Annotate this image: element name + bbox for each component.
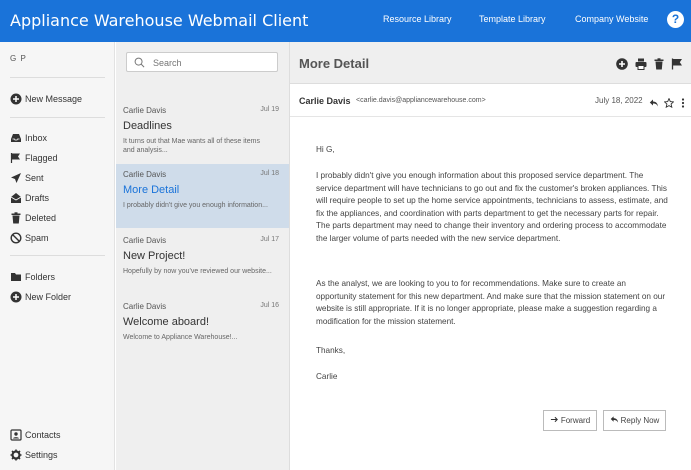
sidebar-item-drafts[interactable]: Drafts: [10, 191, 49, 205]
divider: [10, 255, 105, 256]
reply-now-label: Reply Now: [620, 416, 660, 425]
sidebar-item-label: Sent: [25, 173, 44, 183]
sidebar-item-label: Spam: [25, 233, 49, 243]
sidebar-item-settings[interactable]: Settings: [10, 448, 58, 462]
mail-date: July 18, 2022: [595, 96, 643, 105]
sidebar-item-label: Folders: [25, 272, 56, 282]
flag-icon: [10, 152, 22, 164]
new-message-button[interactable]: New Message: [10, 92, 82, 106]
sidebar-item-inbox[interactable]: Inbox: [10, 131, 47, 145]
email-signature: Carlie: [316, 372, 338, 381]
trash-icon[interactable]: [653, 57, 665, 70]
message-preview: Welcome to Appliance Warehouse!...: [123, 334, 238, 341]
message-subject: New Project!: [123, 250, 186, 262]
divider: [10, 117, 105, 118]
sidebar-item-label: Deleted: [25, 213, 57, 223]
divider: [10, 77, 105, 78]
message-from: Carlie Davis: [123, 170, 167, 179]
email-paragraph: As the analyst, we are looking to you to…: [316, 279, 666, 326]
message-preview: It turns out that Mae wants all of these…: [123, 138, 260, 154]
list-item[interactable]: Carlie Davis Jul 18 More Detail I probab…: [116, 164, 289, 228]
sender-email: <carlie.davis@appliancewarehouse.com>: [356, 97, 486, 104]
sidebar: G P New Message Inbox Flagged Sent Draft…: [0, 42, 115, 470]
sidebar-item-label: Settings: [25, 450, 58, 460]
sidebar-item-flagged[interactable]: Flagged: [10, 151, 58, 165]
print-icon[interactable]: [635, 57, 647, 70]
sidebar-item-label: Inbox: [25, 133, 48, 143]
gear-icon: [10, 449, 22, 461]
app-title: Appliance Warehouse Webmail Client: [10, 11, 309, 30]
user-initials: G P: [10, 54, 27, 63]
flag-icon[interactable]: [671, 57, 683, 70]
message-subject: Deadlines: [123, 120, 172, 132]
resource-library-link[interactable]: Resource Library: [383, 14, 452, 24]
drafts-icon: [10, 192, 22, 204]
message-from: Carlie Davis: [123, 236, 167, 245]
message-list: Carlie Davis Jul 19 Deadlines It turns o…: [116, 42, 290, 470]
sidebar-item-sent[interactable]: Sent: [10, 171, 44, 185]
reply-icon[interactable]: [649, 95, 659, 107]
message-preview: I probably didn't give you enough inform…: [123, 202, 268, 209]
sidebar-item-folders[interactable]: Folders: [10, 270, 55, 284]
inbox-icon: [10, 132, 22, 144]
email-greeting: Hi G,: [316, 145, 335, 154]
message-subject: Welcome aboard!: [123, 316, 210, 328]
sidebar-item-label: Flagged: [25, 153, 58, 163]
search-box[interactable]: [126, 52, 278, 72]
sidebar-item-label: Drafts: [25, 193, 50, 203]
forward-button[interactable]: Forward: [543, 410, 597, 431]
message-date: Jul 19: [260, 106, 279, 113]
reply-icon: [610, 415, 621, 426]
top-bar: Appliance Warehouse Webmail Client Resou…: [0, 0, 691, 42]
spam-icon: [10, 232, 22, 244]
star-icon[interactable]: [663, 95, 675, 109]
sidebar-item-contacts[interactable]: Contacts: [10, 428, 61, 442]
add-circle-icon[interactable]: [616, 57, 628, 70]
sender-row: Carlie Davis <carlie.davis@applianceware…: [290, 84, 691, 117]
search-input[interactable]: [153, 56, 273, 69]
sidebar-item-spam[interactable]: Spam: [10, 231, 49, 245]
contacts-icon: [10, 429, 22, 441]
message-subject: More Detail: [123, 184, 180, 196]
message-from: Carlie Davis: [123, 106, 167, 115]
new-message-label: New Message: [25, 94, 83, 104]
plus-circle-icon: [10, 93, 22, 105]
list-item[interactable]: Carlie Davis Jul 19 Deadlines It turns o…: [116, 100, 289, 164]
email-paragraph: I probably didn't give you enough inform…: [316, 171, 668, 243]
detail-header: More Detail: [290, 42, 691, 84]
template-library-link[interactable]: Template Library: [479, 14, 546, 24]
folder-icon: [10, 271, 22, 283]
help-icon[interactable]: ?: [667, 11, 684, 28]
message-detail: More Detail Carlie Davis <carlie.davis@a…: [290, 42, 691, 470]
sidebar-item-label: Contacts: [25, 430, 61, 440]
message-date: Jul 16: [260, 302, 279, 309]
list-item[interactable]: Carlie Davis Jul 16 Welcome aboard! Welc…: [116, 296, 289, 360]
message-date: Jul 17: [260, 236, 279, 243]
email-thanks: Thanks,: [316, 346, 346, 355]
plus-circle-icon: [10, 291, 22, 303]
company-website-link[interactable]: Company Website: [575, 14, 648, 24]
list-item[interactable]: Carlie Davis Jul 17 New Project! Hopeful…: [116, 230, 289, 294]
reply-now-button[interactable]: Reply Now: [603, 410, 666, 431]
forward-label: Forward: [560, 416, 591, 425]
message-date: Jul 18: [260, 170, 279, 177]
message-preview: Hopefully by now you've reviewed our web…: [123, 268, 272, 275]
sidebar-item-label: New Folder: [25, 292, 72, 302]
arrow-right-icon: [550, 415, 561, 426]
new-folder-button[interactable]: New Folder: [10, 290, 71, 304]
send-icon: [10, 172, 22, 184]
sidebar-item-deleted[interactable]: Deleted: [10, 211, 56, 225]
more-options-icon[interactable]: [678, 95, 688, 108]
message-from: Carlie Davis: [123, 302, 167, 311]
page-title: More Detail: [299, 56, 370, 71]
trash-icon: [10, 212, 22, 224]
sender-name: Carlie Davis: [299, 96, 351, 106]
